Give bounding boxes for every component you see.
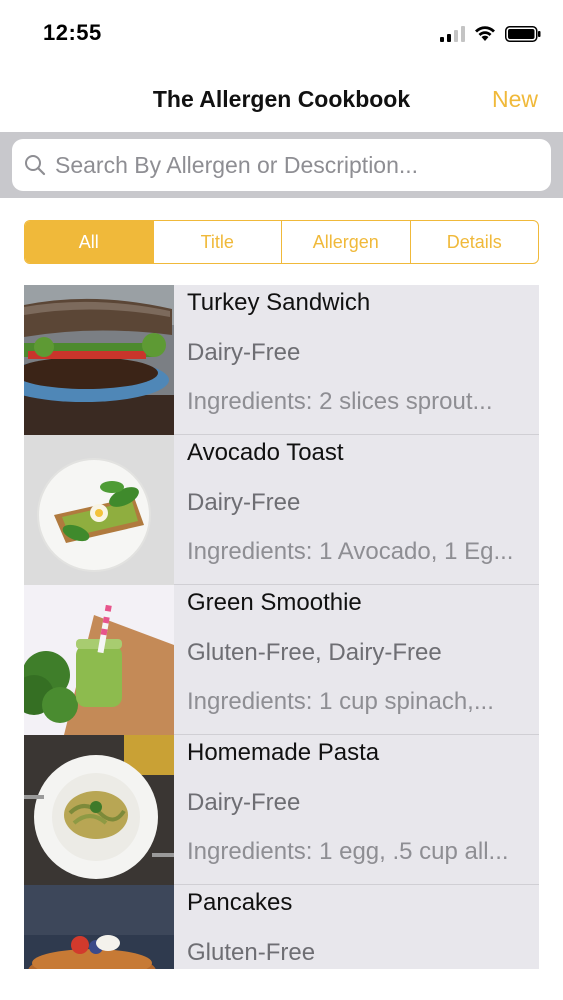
recipe-row[interactable]: Avocado Toast Dairy-Free Ingredients: 1 …: [24, 435, 539, 585]
recipe-row[interactable]: Pancakes Gluten-Free: [24, 885, 539, 969]
recipe-title: Homemade Pasta: [187, 739, 380, 766]
status-time: 12:55: [43, 20, 102, 45]
recipe-ingredients: Ingredients: 2 slices sprout...: [187, 388, 493, 415]
battery-icon: [505, 26, 541, 42]
segment-title[interactable]: Title: [154, 221, 282, 263]
navigation-bar: The Allergen Cookbook New: [0, 66, 563, 132]
search-field[interactable]: [12, 139, 551, 191]
avocado-toast-photo: [24, 435, 174, 585]
filter-segmented-control: All Title Allergen Details: [24, 220, 539, 264]
recipe-title: Turkey Sandwich: [187, 289, 371, 316]
recipe-allergen: Dairy-Free: [187, 339, 301, 366]
recipe-ingredients: Ingredients: 1 Avocado, 1 Eg...: [187, 538, 514, 565]
recipe-allergen: Gluten-Free, Dairy-Free: [187, 639, 442, 666]
homemade-pasta-photo: [24, 735, 174, 885]
recipe-row[interactable]: Green Smoothie Gluten-Free, Dairy-Free I…: [24, 585, 539, 735]
recipe-title: Green Smoothie: [187, 589, 362, 616]
new-recipe-button[interactable]: New: [492, 86, 538, 113]
recipe-allergen: Dairy-Free: [187, 789, 301, 816]
recipe-row[interactable]: Homemade Pasta Dairy-Free Ingredients: 1…: [24, 735, 539, 885]
recipe-ingredients: Ingredients: 1 egg, .5 cup all...: [187, 838, 509, 865]
recipe-title: Avocado Toast: [187, 439, 344, 466]
page-title: The Allergen Cookbook: [152, 86, 411, 112]
cellular-signal-icon: [440, 26, 465, 42]
search-bar: [0, 132, 563, 198]
segment-all[interactable]: All: [25, 221, 154, 263]
recipe-allergen: Dairy-Free: [187, 489, 301, 516]
recipe-list[interactable]: Turkey Sandwich Dairy-Free Ingredients: …: [24, 285, 539, 969]
search-input[interactable]: [55, 139, 535, 191]
wifi-icon: [475, 26, 495, 41]
segment-allergen[interactable]: Allergen: [282, 221, 411, 263]
green-smoothie-photo: [24, 585, 174, 735]
segment-details[interactable]: Details: [411, 221, 539, 263]
recipe-ingredients: Ingredients: 1 cup spinach,...: [187, 688, 494, 715]
status-bar: 12:55: [0, 0, 563, 66]
search-icon: [25, 155, 46, 176]
turkey-sandwich-photo: [24, 285, 174, 435]
recipe-allergen: Gluten-Free: [187, 939, 316, 966]
recipe-title: Pancakes: [187, 889, 293, 916]
pancakes-photo: [24, 885, 174, 969]
recipe-row[interactable]: Turkey Sandwich Dairy-Free Ingredients: …: [24, 285, 539, 435]
